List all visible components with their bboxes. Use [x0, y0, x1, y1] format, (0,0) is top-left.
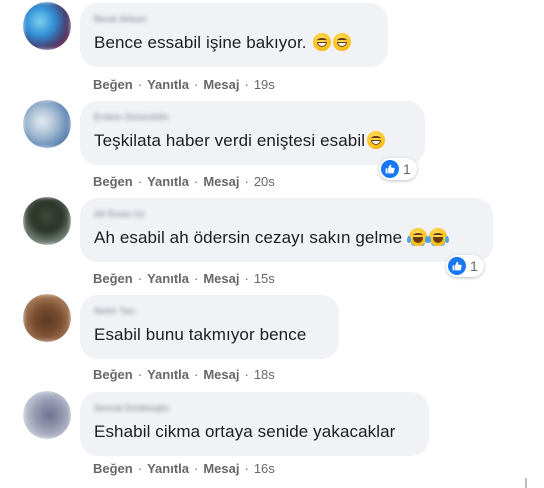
separator: · [194, 174, 199, 189]
comment-bubble: Nehir Tan Esabil bunu takmıyor bence [80, 295, 339, 359]
comment-author[interactable]: Berat Akkan [94, 14, 146, 24]
avatar[interactable] [23, 294, 71, 342]
reply-button[interactable]: Yanıtla [147, 461, 189, 476]
comment-bubble: Erdem Güvenbilir Teşkilata haber verdi e… [80, 101, 425, 165]
separator: · [137, 174, 143, 189]
like-button[interactable]: Beğen [93, 271, 133, 286]
comment-bubble: Ali İhsan Uz Ah esabil ah ödersin cezayı… [80, 198, 493, 262]
like-button[interactable]: Beğen [93, 174, 133, 189]
message-button[interactable]: Mesaj [203, 367, 239, 382]
reply-button[interactable]: Yanıtla [147, 271, 189, 286]
comment-author[interactable]: Erdem Güvenbilir [94, 112, 169, 122]
comment-actions: Beğen · Yanıtla · Mesaj · 18s [93, 367, 275, 382]
comment-text-body: Teşkilata haber verdi eniştesi esabil [94, 131, 366, 150]
message-button[interactable]: Mesaj [203, 271, 239, 286]
reaction-count: 1 [403, 161, 411, 177]
separator: · [244, 271, 249, 286]
comment-actions: Beğen · Yanıtla · Mesaj · 19s [93, 77, 275, 92]
comment-timestamp[interactable]: 15s [254, 271, 275, 286]
comment-text-body: Ah esabil ah ödersin cezayı sakın gelme [94, 228, 403, 247]
comment-timestamp[interactable]: 20s [254, 174, 275, 189]
comment-author[interactable]: Ali İhsan Uz [94, 209, 145, 219]
comment-text: Eshabil cikma ortaya senide yakacaklar [94, 422, 396, 441]
comment-actions: Beğen · Yanıtla · Mesaj · 16s [93, 461, 275, 476]
comment-timestamp[interactable]: 16s [254, 461, 275, 476]
avatar[interactable] [23, 197, 71, 245]
separator: · [137, 77, 143, 92]
separator: · [244, 77, 249, 92]
grinning-face-emoji-icon [313, 33, 332, 51]
comment-actions: Beğen · Yanıtla · Mesaj · 15s [93, 271, 275, 286]
separator: · [244, 367, 249, 382]
scrollbar[interactable] [525, 478, 527, 488]
tears-of-joy-emoji-icon [407, 228, 430, 246]
comment-text: Ah esabil ah ödersin cezayı sakın gelme [94, 228, 450, 248]
comment-bubble: Berat Akkan Bence essabil işine bakıyor. [80, 3, 388, 67]
reaction-badge[interactable]: 1 [379, 158, 417, 180]
like-button[interactable]: Beğen [93, 461, 133, 476]
comment-text-body: Bence essabil işine bakıyor. [94, 33, 307, 52]
comment-actions: Beğen · Yanıtla · Mesaj · 20s [93, 174, 275, 189]
message-button[interactable]: Mesaj [203, 461, 239, 476]
reply-button[interactable]: Yanıtla [147, 367, 189, 382]
like-button[interactable]: Beğen [93, 77, 133, 92]
separator: · [194, 367, 199, 382]
separator: · [137, 271, 143, 286]
separator: · [137, 367, 143, 382]
separator: · [244, 461, 249, 476]
comment-author[interactable]: Nehir Tan [94, 306, 135, 316]
avatar[interactable] [23, 100, 71, 148]
separator: · [194, 77, 199, 92]
avatar[interactable] [23, 2, 71, 50]
comment-thread: Berat Akkan Bence essabil işine bakıyor.… [0, 0, 544, 488]
separator: · [137, 461, 143, 476]
avatar[interactable] [23, 391, 71, 439]
reply-button[interactable]: Yanıtla [147, 77, 189, 92]
comment-text: Teşkilata haber verdi eniştesi esabil [94, 131, 386, 151]
like-reaction-icon [448, 257, 466, 275]
separator: · [244, 174, 249, 189]
separator: · [194, 271, 199, 286]
comment-timestamp[interactable]: 19s [254, 77, 275, 92]
message-button[interactable]: Mesaj [203, 77, 239, 92]
like-reaction-icon [381, 160, 399, 178]
reaction-count: 1 [470, 258, 478, 274]
comment-timestamp[interactable]: 18s [254, 367, 275, 382]
comment-bubble: Sevval Doldaoglu Eshabil cikma ortaya se… [80, 392, 429, 456]
separator: · [194, 461, 199, 476]
tears-of-joy-emoji-icon [427, 228, 450, 246]
comment-text: Esabil bunu takmıyor bence [94, 325, 307, 344]
message-button[interactable]: Mesaj [203, 174, 239, 189]
reply-button[interactable]: Yanıtla [147, 174, 189, 189]
comment-author[interactable]: Sevval Doldaoglu [94, 403, 169, 413]
like-button[interactable]: Beğen [93, 367, 133, 382]
reaction-badge[interactable]: 1 [446, 255, 484, 277]
comment-text: Bence essabil işine bakıyor. [94, 33, 352, 53]
grinning-face-emoji-icon [333, 33, 352, 51]
grinning-face-emoji-icon [367, 131, 386, 149]
